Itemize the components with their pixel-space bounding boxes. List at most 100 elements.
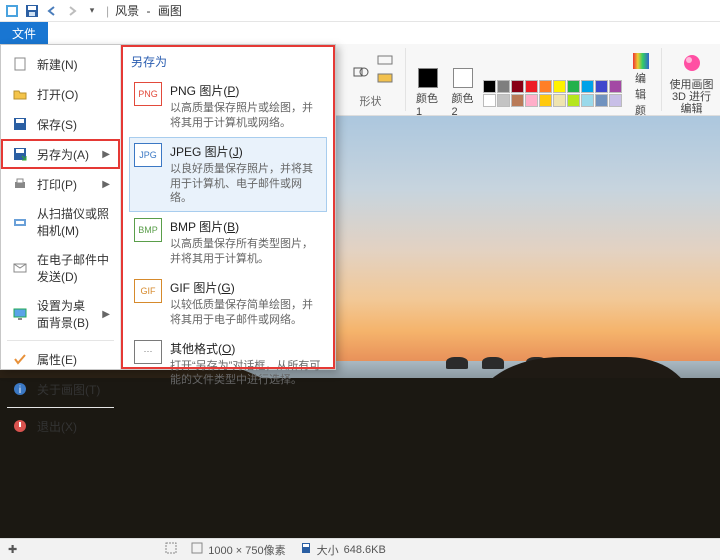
palette-swatch[interactable]: [553, 94, 566, 107]
qat-customize-icon[interactable]: ▾: [84, 3, 100, 19]
about-icon: i: [11, 380, 29, 398]
props-icon: [11, 350, 29, 368]
chevron-right-icon: ▶: [102, 149, 110, 160]
shapes-button[interactable]: [349, 62, 373, 82]
dimensions-icon: [191, 542, 203, 557]
saveas-option-title: BMP 图片(B): [170, 218, 322, 235]
color2-swatch: [453, 68, 473, 88]
saveas-options: PNGPNG 图片(P)以高质量保存照片或绘图，并将其用于计算机或网络。JPGJ…: [129, 76, 327, 394]
status-bar: ✚ 1000 × 750像素 大小 648.6KB: [0, 538, 720, 560]
palette-swatch[interactable]: [581, 80, 594, 93]
paint3d-button[interactable]: 使用画图 3D 进行编辑: [664, 50, 720, 117]
palette-swatch[interactable]: [567, 80, 580, 93]
file-menu-item-label: 设置为桌面背景(B): [37, 297, 94, 331]
palette-swatch[interactable]: [497, 80, 510, 93]
file-menu-item-label: 保存(S): [37, 116, 110, 133]
title-separator: |: [106, 4, 109, 18]
palette-swatch[interactable]: [609, 94, 622, 107]
title-bar: ▾ | 风景 - 画图: [0, 0, 720, 22]
color1-label: 颜色 1: [416, 90, 439, 118]
palette-swatch[interactable]: [567, 94, 580, 107]
palette-swatch[interactable]: [539, 80, 552, 93]
outline-icon[interactable]: [377, 55, 393, 71]
open-icon: [11, 85, 29, 103]
saveas-option-desc: 以高质量保存所有类型图片，并将其用于计算机。: [170, 237, 322, 267]
status-filesize: 大小 648.6KB: [300, 542, 386, 558]
edit-colors-icon: [632, 52, 648, 68]
file-menu-item-open[interactable]: 打开(O): [1, 79, 120, 109]
paint3d-icon: [681, 52, 703, 77]
palette-swatch[interactable]: [609, 80, 622, 93]
filesize-label: 大小: [317, 542, 339, 558]
app-icon: [4, 3, 20, 19]
saveas-icon: [11, 145, 29, 163]
chevron-right-icon: ▶: [102, 179, 110, 190]
exit-icon: [11, 417, 29, 435]
filesize-value: 648.6KB: [344, 544, 386, 556]
file-menu-item-email[interactable]: 在电子邮件中发送(D): [1, 245, 120, 291]
color2-label: 颜色 2: [451, 90, 474, 118]
saveas-option-p[interactable]: PNGPNG 图片(P)以高质量保存照片或绘图，并将其用于计算机或网络。: [129, 76, 327, 137]
palette-swatch[interactable]: [581, 94, 594, 107]
filesize-icon: [300, 542, 312, 557]
file-menu-item-exit[interactable]: 退出(X): [1, 411, 120, 441]
save-icon[interactable]: [24, 3, 40, 19]
file-menu-item-scanner[interactable]: 从扫描仪或照相机(M): [1, 199, 120, 245]
palette-swatch[interactable]: [525, 94, 538, 107]
color1-button[interactable]: 颜色 1: [412, 66, 443, 120]
file-menu-item-props[interactable]: 属性(E): [1, 344, 120, 374]
saveas-pane-title: 另存为: [131, 53, 327, 70]
file-menu-item-saveas[interactable]: 另存为(A) ▶: [1, 139, 120, 169]
file-menu-item-label: 另存为(A): [37, 146, 94, 163]
saveas-option-desc: 以较低质量保存简单绘图，并将其用于电子邮件或网络。: [170, 298, 322, 328]
palette-swatch[interactable]: [483, 94, 496, 107]
print-icon: [11, 175, 29, 193]
file-menu-item-label: 退出(X): [37, 418, 110, 435]
ribbon-group-paint3d: 使用画图 3D 进行编辑: [662, 48, 720, 111]
status-cursor: ✚: [8, 543, 17, 556]
color2-button[interactable]: 颜色 2: [447, 66, 478, 120]
saveas-option-desc: 打开“另存为”对话框，从所有可能的文件类型中进行选择。: [170, 359, 322, 389]
undo-icon[interactable]: [44, 3, 60, 19]
palette-swatch[interactable]: [595, 80, 608, 93]
shapes-icon: [353, 64, 369, 80]
file-menu-item-print[interactable]: 打印(P) ▶: [1, 169, 120, 199]
chevron-right-icon: ▶: [102, 309, 110, 320]
palette-swatch[interactable]: [483, 80, 496, 93]
ribbon-group-shapes: 形状: [336, 48, 406, 111]
palette-swatch[interactable]: [539, 94, 552, 107]
saveas-option-title: PNG 图片(P): [170, 82, 322, 99]
file-menu-item-desktop[interactable]: 设置为桌面背景(B) ▶: [1, 291, 120, 337]
saveas-option-b[interactable]: BMP BMP 图片(B) 以高质量保存所有类型图片，并将其用于计算机。: [129, 212, 327, 273]
format-icon: ⋯: [134, 340, 162, 364]
ribbon-tabs: 文件: [0, 22, 720, 44]
file-menu-item-about[interactable]: i 关于画图(T): [1, 374, 120, 404]
file-menu-item-save[interactable]: 保存(S): [1, 109, 120, 139]
palette-swatch[interactable]: [525, 80, 538, 93]
palette-swatch[interactable]: [553, 80, 566, 93]
fill-icon[interactable]: [377, 73, 393, 89]
file-tab[interactable]: 文件: [0, 22, 48, 44]
saveas-pane: 另存为 PNGPNG 图片(P)以高质量保存照片或绘图，并将其用于计算机或网络。…: [121, 45, 335, 369]
file-menu-item-label: 新建(N): [37, 56, 110, 73]
palette-swatch[interactable]: [511, 94, 524, 107]
format-icon: GIF: [134, 279, 162, 303]
cursor-icon: ✚: [8, 543, 17, 556]
redo-icon[interactable]: [64, 3, 80, 19]
saveas-option-desc: 以良好质量保存照片，并将其用于计算机、电子邮件或网络。: [170, 162, 322, 207]
saveas-option-j[interactable]: JPGJPEG 图片(J)以良好质量保存照片，并将其用于计算机、电子邮件或网络。: [129, 137, 327, 213]
palette-swatch[interactable]: [511, 80, 524, 93]
file-menu-item-label: 打印(P): [37, 176, 94, 193]
saveas-option-g[interactable]: GIFGIF 图片(G)以较低质量保存简单绘图，并将其用于电子邮件或网络。: [129, 273, 327, 334]
file-menu-item-new[interactable]: 新建(N): [1, 49, 120, 79]
file-menu-item-label: 关于画图(T): [37, 381, 110, 398]
file-menu-item-label: 在电子邮件中发送(D): [37, 251, 110, 285]
email-icon: [11, 259, 29, 277]
saveas-option-title: JPEG 图片(J): [170, 143, 322, 160]
format-icon: BMP: [134, 218, 162, 242]
palette-swatch[interactable]: [497, 94, 510, 107]
color-palette[interactable]: [483, 80, 622, 107]
selection-icon: [165, 542, 177, 557]
saveas-option-o[interactable]: ⋯其他格式(O)打开“另存为”对话框，从所有可能的文件类型中进行选择。: [129, 334, 327, 395]
palette-swatch[interactable]: [595, 94, 608, 107]
